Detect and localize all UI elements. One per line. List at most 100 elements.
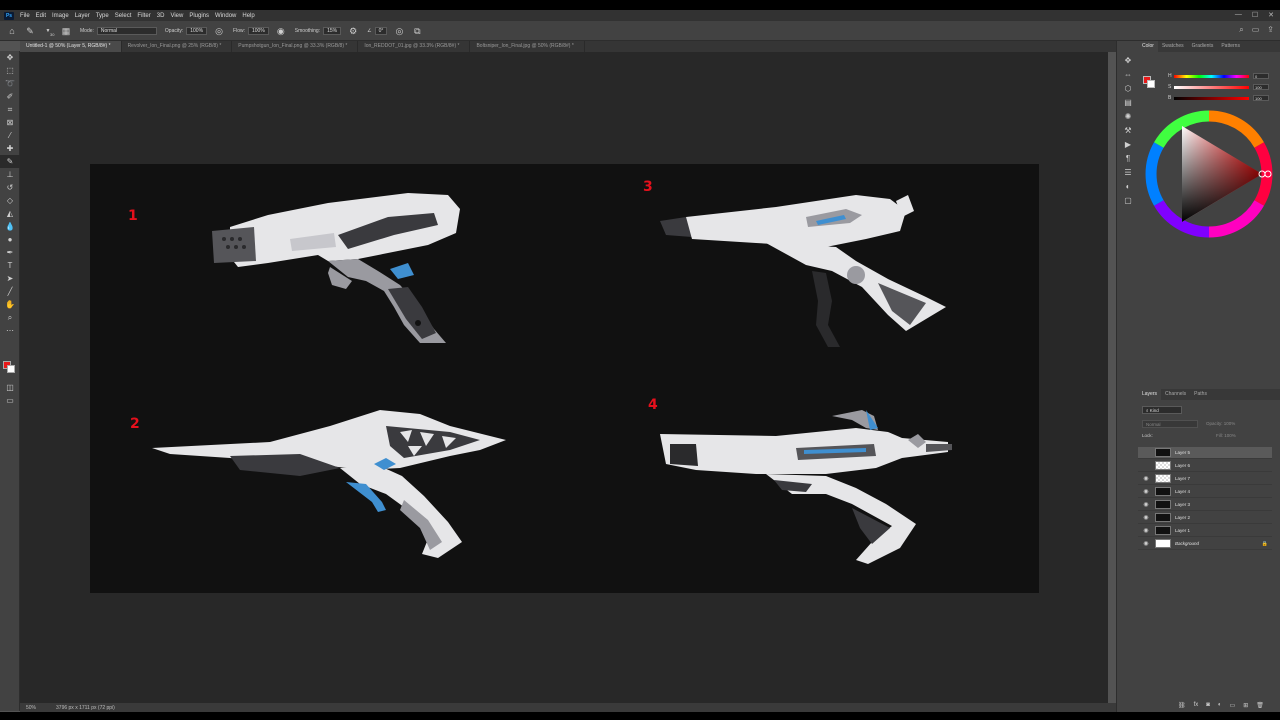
layer-row-layer-1[interactable]: ◉ Layer 1 [1138, 525, 1272, 537]
menu-filter[interactable]: Filter [134, 13, 153, 19]
quick-select-tool-icon[interactable]: ✐ [0, 90, 20, 103]
brush-settings-icon[interactable]: ▦ [60, 25, 72, 37]
quick-mask-icon[interactable]: ◫ [0, 381, 20, 394]
tab-paths[interactable]: Paths [1190, 389, 1211, 400]
blend-mode-select[interactable]: Normal [1142, 420, 1198, 428]
blur-tool-icon[interactable]: 💧 [0, 220, 20, 233]
menu-file[interactable]: File [17, 13, 33, 19]
menu-edit[interactable]: Edit [33, 13, 49, 19]
smoothing-input[interactable]: 15% [323, 26, 342, 35]
link-layers-icon[interactable]: ⛓ [1178, 702, 1186, 709]
line-tool-icon[interactable]: ╱ [0, 285, 20, 298]
menu-plugins[interactable]: Plugins [186, 13, 212, 19]
tab-reddot[interactable]: Ion_REDDOT_01.jpg @ 33.3% (RGB/8#) * [358, 41, 471, 52]
background-color-swatch[interactable] [7, 365, 15, 373]
libraries-icon[interactable]: ▤ [1117, 95, 1139, 109]
eye-icon[interactable]: ◉ [1141, 540, 1151, 547]
eye-icon[interactable]: ◉ [1141, 514, 1151, 521]
brightness-slider[interactable] [1174, 96, 1249, 100]
tab-color[interactable]: Color [1138, 41, 1158, 52]
pressure-opacity-icon[interactable]: ◎ [213, 25, 225, 37]
eye-icon[interactable]: ◉ [1141, 488, 1151, 495]
eraser-tool-icon[interactable]: ◇ [0, 194, 20, 207]
eye-icon[interactable]: ◉ [1141, 527, 1151, 534]
adjust-icon[interactable]: ⚒ [1117, 123, 1139, 137]
delete-layer-icon[interactable]: 🗑 [1256, 702, 1264, 709]
actions-play-icon[interactable]: ▶ [1117, 137, 1139, 151]
minimize-button[interactable]: — [1235, 11, 1242, 19]
canvas-workarea[interactable]: 1 2 3 4 [20, 52, 1108, 703]
paragraph-icon[interactable]: ¶ [1117, 151, 1139, 165]
zoom-tool-icon[interactable]: ⌕ [0, 311, 20, 324]
menu-image[interactable]: Image [49, 13, 72, 19]
styles-icon[interactable]: ▢ [1117, 193, 1139, 207]
document-canvas[interactable]: 1 2 3 4 [90, 164, 1039, 593]
eyedropper-tool-icon[interactable]: ⁄ [0, 129, 20, 142]
menu-window[interactable]: Window [212, 13, 239, 19]
zoom-level[interactable]: 50% [26, 705, 36, 711]
eye-icon[interactable]: ◉ [1141, 475, 1151, 482]
move-tool-icon[interactable]: ✥ [0, 51, 20, 64]
marquee-tool-icon[interactable]: ⬚ [0, 64, 20, 77]
adjustments-icon[interactable]: ◐ [1117, 179, 1139, 193]
group-icon[interactable]: ▭ [1230, 702, 1236, 709]
align-panel-icon[interactable]: ⇔ [1117, 67, 1139, 81]
saturation-slider[interactable] [1174, 85, 1249, 89]
tab-channels[interactable]: Channels [1161, 389, 1190, 400]
layer-row-layer-2[interactable]: ◉ Layer 2 [1138, 512, 1272, 524]
brush-settings-panel-icon[interactable]: ✺ [1117, 109, 1139, 123]
crop-tool-icon[interactable]: ⌗ [0, 103, 20, 116]
new-layer-icon[interactable]: ⊞ [1243, 702, 1248, 709]
menu-view[interactable]: View [167, 13, 186, 19]
type-tool-icon[interactable]: T [0, 259, 20, 272]
fx-icon[interactable]: fx [1194, 702, 1199, 709]
home-icon[interactable]: ⌂ [6, 25, 18, 37]
menu-help[interactable]: Help [239, 13, 257, 19]
tab-pumpshotgun[interactable]: Pumpshotgun_Ion_Final.png @ 33.3% (RGB/8… [232, 41, 359, 52]
layer-opacity-value[interactable]: 100% [1224, 421, 1236, 426]
color-wheel[interactable] [1144, 109, 1274, 239]
adjustment-layer-icon[interactable]: ◐ [1218, 702, 1222, 709]
eye-icon[interactable]: ◉ [1141, 501, 1151, 508]
smoothing-settings-gear-icon[interactable]: ⚙ [347, 25, 359, 37]
menu-type[interactable]: Type [93, 13, 112, 19]
symmetry-icon[interactable]: ⧉ [411, 25, 423, 37]
flow-input[interactable]: 100% [248, 26, 269, 35]
menu-layer[interactable]: Layer [72, 13, 93, 19]
mode-select[interactable]: Normal [96, 26, 157, 35]
layer-fill-value[interactable]: 100% [1224, 433, 1236, 438]
close-button[interactable]: ✕ [1268, 11, 1274, 19]
properties-icon[interactable]: ☰ [1117, 165, 1139, 179]
pen-tool-icon[interactable]: ✒ [0, 246, 20, 259]
hand-tool-icon[interactable]: ✋ [0, 298, 20, 311]
brightness-value[interactable]: 100 [1253, 95, 1269, 101]
workspace-icon[interactable]: ▭ [1252, 25, 1260, 35]
hue-slider[interactable] [1174, 74, 1249, 78]
tab-gradients[interactable]: Gradients [1188, 41, 1218, 52]
opacity-input[interactable]: 100% [186, 26, 208, 35]
brush-size-picker[interactable]: ▼ 30 [42, 25, 55, 37]
dodge-tool-icon[interactable]: ● [0, 233, 20, 246]
menu-3d[interactable]: 3D [154, 13, 168, 19]
tab-patterns[interactable]: Patterns [1217, 41, 1244, 52]
layer-row-layer-3[interactable]: ◉ Layer 3 [1138, 499, 1272, 511]
tab-layers[interactable]: Layers [1138, 389, 1162, 400]
history-brush-icon[interactable]: ↺ [0, 181, 20, 194]
brush-tool-icon[interactable]: ✎ [0, 155, 20, 168]
airbrush-icon[interactable]: ◉ [275, 25, 287, 37]
search-icon[interactable]: ⌕ [1239, 25, 1243, 35]
tab-untitled-1[interactable]: Untitled-1 @ 50% (Layer 5, RGB/8#) * [20, 41, 122, 52]
layer-row-background[interactable]: ◉ Background 🔒 [1138, 538, 1272, 550]
angle-input[interactable]: 0° [374, 26, 388, 35]
share-icon[interactable]: ⇪ [1267, 25, 1274, 35]
menu-select[interactable]: Select [112, 13, 135, 19]
layer-row-layer-4[interactable]: ◉ Layer 4 [1138, 486, 1272, 498]
saturation-value[interactable]: 100 [1253, 84, 1269, 90]
more-tools-icon[interactable]: ⋯ [0, 324, 20, 337]
lasso-tool-icon[interactable]: ➰ [0, 77, 20, 90]
pressure-size-icon[interactable]: ◎ [393, 25, 405, 37]
hue-value[interactable]: 0 [1253, 73, 1269, 79]
color-panel-background[interactable] [1147, 80, 1155, 88]
tab-swatches[interactable]: Swatches [1158, 41, 1188, 52]
maximize-button[interactable]: ☐ [1252, 11, 1258, 19]
